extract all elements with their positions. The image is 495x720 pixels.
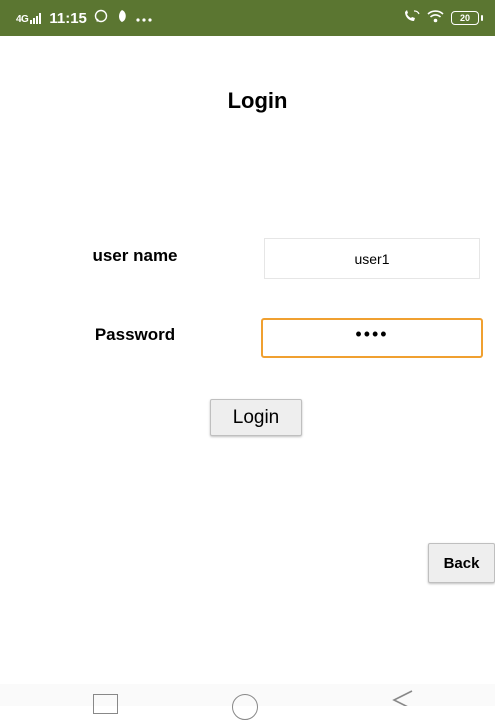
back-icon[interactable] [392,690,414,711]
wifi-icon [427,9,444,27]
back-button[interactable]: Back [428,543,495,583]
more-icon [136,10,152,27]
login-button[interactable]: Login [210,399,302,436]
battery-icon: 20 [451,11,483,25]
signal-icon: 4G [16,12,42,25]
navigation-bar [0,684,495,720]
page-title: Login [227,88,288,113]
status-bar-right: 20 [403,9,483,27]
recent-apps-icon[interactable] [93,694,118,714]
whatsapp-icon [94,9,108,27]
username-input[interactable] [264,238,480,279]
home-icon[interactable] [232,694,258,720]
network-type-label: 4G [16,13,29,25]
status-bar: 4G 11:15 20 [0,0,495,36]
wifi-calling-icon [403,9,420,27]
password-label: Password [94,325,176,344]
status-bar-left: 4G 11:15 [16,9,152,27]
password-input[interactable] [261,318,483,358]
username-label: user name [92,246,178,265]
app-icon [115,9,129,27]
clock: 11:15 [49,9,87,27]
